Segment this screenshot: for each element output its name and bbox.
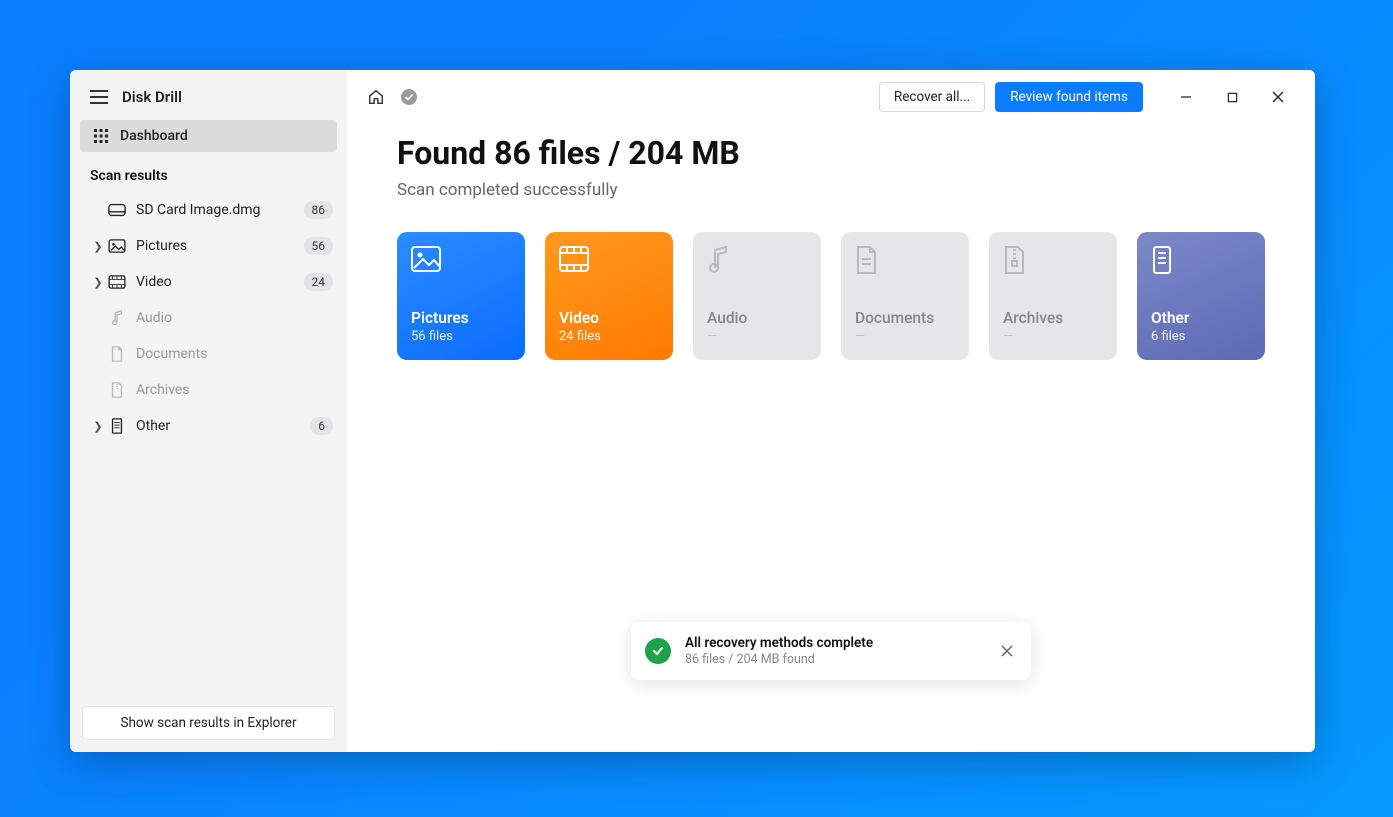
pictures-count: 56 xyxy=(304,237,334,255)
sidebar-item-audio[interactable]: Audio xyxy=(70,300,347,336)
page-subheading: Scan completed successfully xyxy=(397,180,1265,200)
content-area: Found 86 files / 204 MB Scan completed s… xyxy=(347,124,1315,360)
disk-label: SD Card Image.dmg xyxy=(136,202,304,218)
dashboard-label: Dashboard xyxy=(120,128,188,144)
toast-sub: 86 files / 204 MB found xyxy=(685,652,983,667)
picture-icon xyxy=(411,246,441,272)
disk-count: 86 xyxy=(304,201,334,219)
document-icon xyxy=(106,346,128,362)
sidebar-item-documents[interactable]: Documents xyxy=(70,336,347,372)
titlebar-left xyxy=(361,88,417,106)
other-label: Other xyxy=(136,418,310,434)
window-controls xyxy=(1163,82,1301,112)
card-sub: 56 files xyxy=(411,329,511,344)
dashboard-icon xyxy=(94,129,108,143)
sidebar-item-archives[interactable]: Archives xyxy=(70,372,347,408)
disk-icon xyxy=(106,203,128,217)
titlebar: Recover all... Review found items xyxy=(347,70,1315,124)
sidebar-item-pictures[interactable]: ❯ Pictures 56 xyxy=(70,228,347,264)
archive-icon xyxy=(106,382,128,398)
other-icon xyxy=(106,418,128,434)
card-archives: Archives — xyxy=(989,232,1117,360)
app-window: Disk Drill Dashboard Scan results SD Car… xyxy=(70,70,1315,752)
other-icon xyxy=(1151,246,1173,274)
card-title: Documents xyxy=(855,309,955,327)
page-heading: Found 86 files / 204 MB xyxy=(397,134,1265,172)
audio-icon xyxy=(707,246,729,274)
archive-icon xyxy=(1003,246,1025,274)
card-title: Audio xyxy=(707,309,807,327)
card-sub: 6 files xyxy=(1151,329,1251,344)
sidebar-footer: Show scan results in Explorer xyxy=(70,694,347,752)
main-content: Recover all... Review found items Found … xyxy=(347,70,1315,752)
card-sub: 24 files xyxy=(559,329,659,344)
video-label: Video xyxy=(136,274,304,290)
video-icon xyxy=(559,246,589,272)
card-documents: Documents — xyxy=(841,232,969,360)
chevron-right-icon: ❯ xyxy=(90,240,106,253)
completion-toast: All recovery methods complete 86 files /… xyxy=(631,622,1031,680)
sidebar-item-other[interactable]: ❯ Other 6 xyxy=(70,408,347,444)
minimize-button[interactable] xyxy=(1163,82,1209,112)
card-video[interactable]: Video 24 files xyxy=(545,232,673,360)
success-check-icon xyxy=(645,638,671,664)
toast-title: All recovery methods complete xyxy=(685,635,983,651)
card-audio: Audio — xyxy=(693,232,821,360)
show-in-explorer-button[interactable]: Show scan results in Explorer xyxy=(82,706,335,740)
home-icon[interactable] xyxy=(367,88,385,106)
close-button[interactable] xyxy=(1255,82,1301,112)
category-cards: Pictures 56 files Video 24 files Audio — xyxy=(397,232,1265,360)
chevron-right-icon: ❯ xyxy=(90,420,106,433)
sidebar: Disk Drill Dashboard Scan results SD Car… xyxy=(70,70,347,752)
card-title: Archives xyxy=(1003,309,1103,327)
toast-body: All recovery methods complete 86 files /… xyxy=(685,635,983,667)
maximize-button[interactable] xyxy=(1209,82,1255,112)
other-count: 6 xyxy=(310,417,333,435)
menu-icon[interactable] xyxy=(90,90,108,104)
card-sub: — xyxy=(855,329,955,344)
video-icon xyxy=(106,275,128,289)
audio-icon xyxy=(106,310,128,326)
review-found-items-button[interactable]: Review found items xyxy=(995,82,1143,112)
card-pictures[interactable]: Pictures 56 files xyxy=(397,232,525,360)
sidebar-header: Disk Drill xyxy=(70,70,347,120)
audio-label: Audio xyxy=(136,310,333,326)
video-count: 24 xyxy=(304,273,334,291)
card-sub: — xyxy=(707,329,807,344)
card-title: Pictures xyxy=(411,309,511,327)
scan-results-title: Scan results xyxy=(70,162,347,192)
card-title: Other xyxy=(1151,309,1251,327)
card-other[interactable]: Other 6 files xyxy=(1137,232,1265,360)
document-icon xyxy=(855,246,877,274)
archives-label: Archives xyxy=(136,382,333,398)
documents-label: Documents xyxy=(136,346,333,362)
recover-all-button[interactable]: Recover all... xyxy=(879,82,985,112)
sidebar-item-disk[interactable]: SD Card Image.dmg 86 xyxy=(70,192,347,228)
app-title: Disk Drill xyxy=(122,88,182,106)
card-title: Video xyxy=(559,309,659,327)
pictures-label: Pictures xyxy=(136,238,304,254)
sidebar-item-video[interactable]: ❯ Video 24 xyxy=(70,264,347,300)
sidebar-item-dashboard[interactable]: Dashboard xyxy=(80,120,337,152)
check-badge-icon[interactable] xyxy=(401,89,417,105)
card-sub: — xyxy=(1003,329,1103,344)
chevron-right-icon: ❯ xyxy=(90,276,106,289)
toast-close-button[interactable] xyxy=(997,641,1017,661)
picture-icon xyxy=(106,239,128,253)
